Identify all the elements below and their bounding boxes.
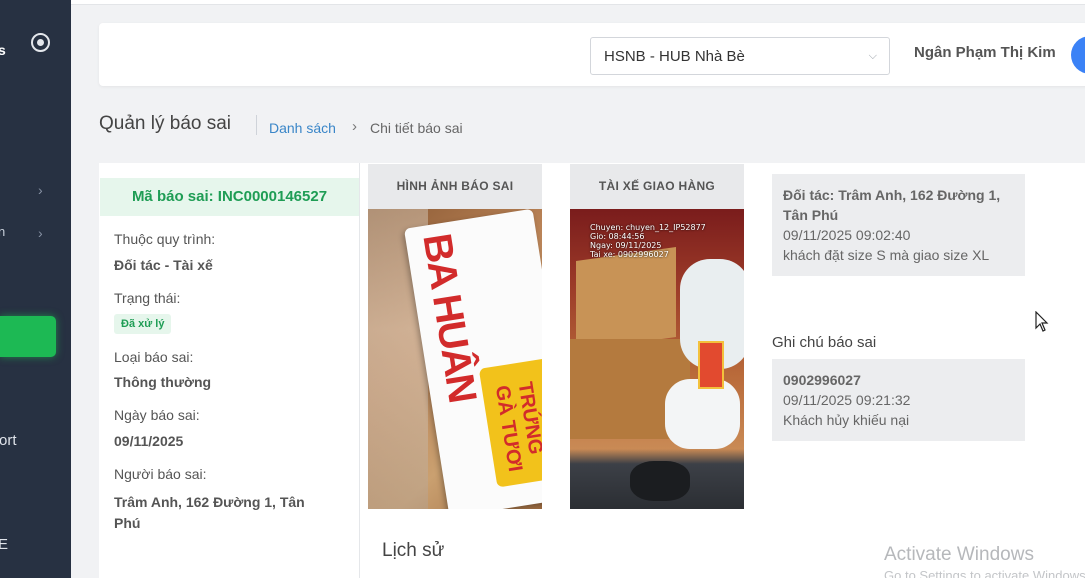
windows-watermark-title: Activate Windows bbox=[884, 544, 1034, 565]
sidebar-item-label[interactable]: n bbox=[0, 224, 5, 239]
report-note: 0902996027 09/11/2025 09:21:32 Khách hủy… bbox=[772, 359, 1025, 441]
reporter-label: Người báo sai: bbox=[114, 466, 207, 482]
stamp-line: Tai xe: 0902996027 bbox=[590, 250, 669, 259]
sidebar-logo-text: s bbox=[0, 42, 6, 58]
report-image-column: HÌNH ẢNH BÁO SAI BA HUÂN TRỨNG GÀ TƯƠI bbox=[368, 164, 542, 509]
driver-image[interactable]: Chuyen: chuyen_12_IP52877 Gio: 08:44:56 … bbox=[570, 209, 744, 509]
stamp-line: Chuyen: chuyen_12_IP52877 bbox=[590, 223, 706, 232]
sidebar-item-report[interactable]: ort bbox=[0, 432, 17, 449]
date-value: 09/11/2025 bbox=[114, 433, 184, 449]
stamp-line: Gio: 08:44:56 bbox=[590, 232, 645, 241]
sidebar-item-bottom[interactable]: E bbox=[0, 536, 8, 553]
partner-note-time: 09/11/2025 09:02:40 bbox=[783, 227, 911, 243]
reporter-value: Trâm Anh, 162 Đường 1, Tân Phú bbox=[114, 494, 305, 531]
report-image-header: HÌNH ẢNH BÁO SAI bbox=[368, 164, 542, 209]
report-note-title: 0902996027 bbox=[783, 372, 861, 388]
carton-box bbox=[576, 246, 676, 352]
header: HSNB - HUB Nhà Bè ⌵ Ngân Phạm Thị Kim bbox=[99, 23, 1085, 86]
driver-image-header: TÀI XẾ GIAO HÀNG bbox=[570, 164, 744, 209]
type-value: Thông thường bbox=[114, 374, 212, 390]
report-note-time: 09/11/2025 09:21:32 bbox=[783, 392, 911, 408]
chevron-right-icon[interactable]: › bbox=[38, 225, 48, 241]
stamp-line: Ngay: 09/11/2025 bbox=[590, 241, 662, 250]
process-value: Đối tác - Tài xế bbox=[114, 257, 213, 273]
process-label: Thuộc quy trình: bbox=[114, 231, 216, 247]
report-code: Mã báo sai: INC0000146527 bbox=[100, 178, 359, 216]
sidebar: s › n › ort E bbox=[0, 0, 71, 578]
page-title: Quản lý báo sai bbox=[99, 113, 232, 134]
egg-label: TRỨNG GÀ TƯƠI bbox=[490, 380, 542, 474]
report-note-text: Khách hủy khiếu nại bbox=[783, 412, 910, 428]
egg-label-area: TRỨNG GÀ TƯƠI bbox=[478, 357, 542, 488]
status-badge: Đã xử lý bbox=[114, 314, 172, 334]
plastic-bag bbox=[665, 379, 740, 449]
hub-select[interactable]: HSNB - HUB Nhà Bè ⌵ bbox=[590, 37, 890, 75]
report-info: Mã báo sai: INC0000146527 Thuộc quy trìn… bbox=[100, 163, 360, 578]
chevron-right-icon[interactable]: › bbox=[38, 182, 48, 198]
partner-note-title: Đối tác: Trâm Anh, 162 Đường 1, Tân Phú bbox=[783, 187, 1001, 223]
avatar[interactable] bbox=[1071, 36, 1085, 74]
report-image[interactable]: BA HUÂN TRỨNG GÀ TƯƠI bbox=[368, 209, 542, 509]
top-bar bbox=[71, 0, 1085, 5]
type-label: Loại báo sai: bbox=[114, 349, 194, 365]
red-package bbox=[698, 341, 724, 389]
breadcrumb-list-link[interactable]: Danh sách bbox=[269, 120, 336, 136]
windows-watermark-subtitle: Go to Settings to activate Windows. bbox=[884, 568, 1085, 578]
hub-select-value: HSNB - HUB Nhà Bè bbox=[604, 48, 745, 65]
breadcrumb-arrow-icon: › bbox=[352, 118, 357, 135]
partner-note-text: khách đặt size S mà giao size XL bbox=[783, 247, 990, 263]
user-name[interactable]: Ngân Phạm Thị Kim bbox=[914, 44, 1056, 61]
sidebar-item-active[interactable] bbox=[0, 316, 56, 357]
report-notes-label: Ghi chú báo sai bbox=[772, 334, 877, 351]
target-icon[interactable] bbox=[31, 33, 50, 52]
photo-stamp: Chuyen: chuyen_12_IP52877 Gio: 08:44:56 … bbox=[590, 223, 706, 259]
history-title: Lịch sử bbox=[382, 540, 445, 561]
status-label: Trạng thái: bbox=[114, 290, 181, 306]
driver-image-column: TÀI XẾ GIAO HÀNG Chuyen: chuyen_12_IP528… bbox=[570, 164, 744, 509]
date-label: Ngày báo sai: bbox=[114, 407, 200, 423]
partner-note: Đối tác: Trâm Anh, 162 Đường 1, Tân Phú … bbox=[772, 174, 1025, 276]
breadcrumb-divider bbox=[256, 115, 257, 135]
shoes bbox=[630, 461, 690, 501]
chevron-down-icon: ⌵ bbox=[868, 50, 877, 62]
breadcrumb-current: Chi tiết báo sai bbox=[370, 120, 463, 136]
mouse-cursor-icon bbox=[1035, 311, 1049, 332]
